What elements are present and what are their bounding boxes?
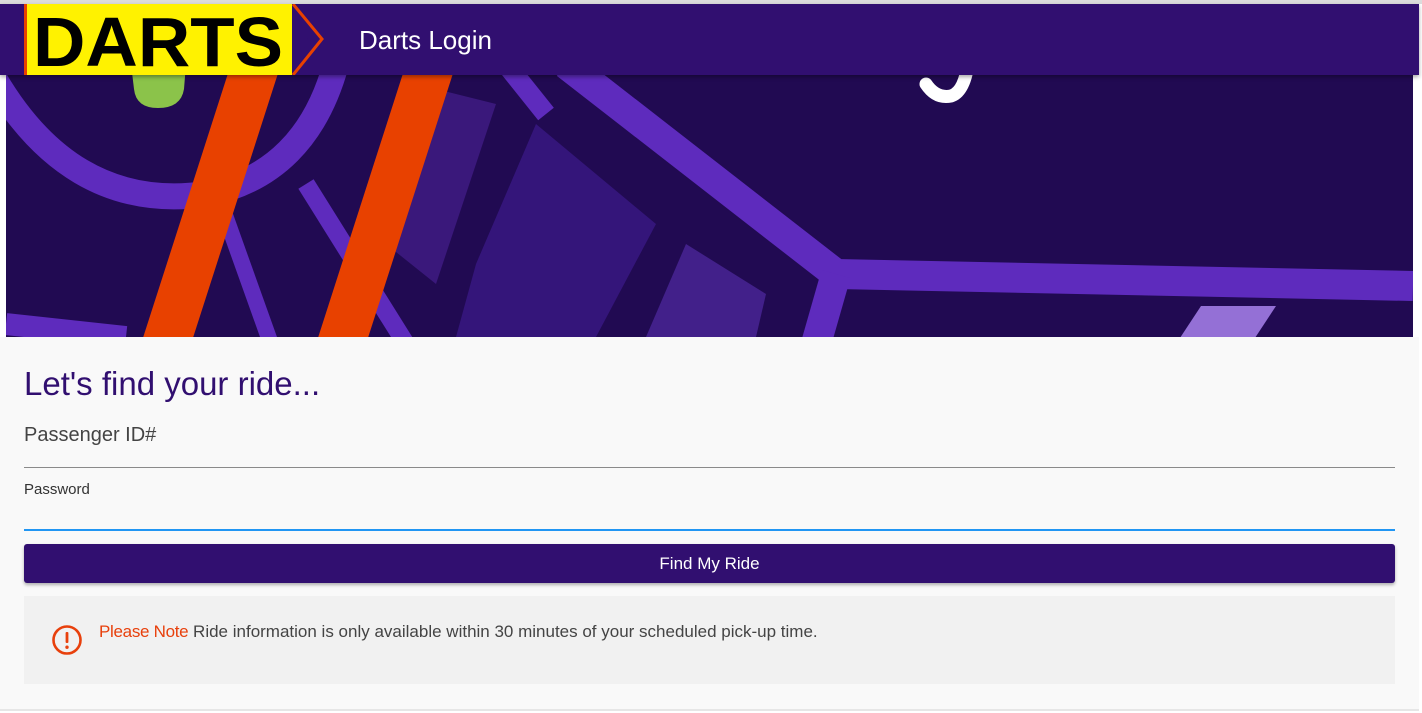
alert-circle-icon [52,625,82,655]
app-title: Darts Login [359,25,492,55]
app-bar: DARTS Darts Login [0,3,1419,81]
passenger-id-label: Passenger ID# [24,424,157,446]
page-heading: Let's find your ride... [24,365,321,402]
passenger-id-input[interactable] [24,445,1395,468]
darts-logo[interactable]: DARTS [24,3,324,81]
notice-message: Ride information is only available withi… [193,622,818,641]
notice-box: Please Note Ride information is only ava… [24,596,1395,684]
svg-text:DARTS: DARTS [33,4,283,75]
login-form-section: Let's find your ride... Passenger ID# Pa… [0,337,1419,711]
page: DARTS Darts Login Let's find your ride..… [0,0,1422,713]
find-my-ride-button[interactable]: Find My Ride [24,544,1395,583]
password-input[interactable] [24,505,1395,531]
password-label: Password [24,481,90,498]
notice-emphasis: Please Note [99,622,189,641]
notice-text-line: Please Note Ride information is only ava… [99,622,818,642]
